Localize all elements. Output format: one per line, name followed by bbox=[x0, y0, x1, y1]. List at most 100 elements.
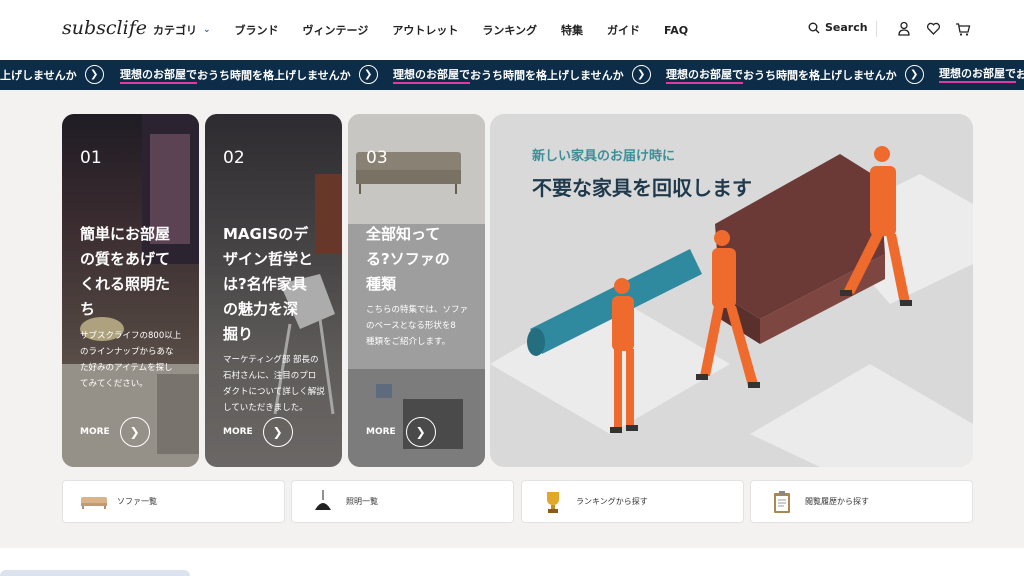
cart-icon[interactable] bbox=[955, 21, 971, 37]
category-label: 照明一覧 bbox=[346, 497, 378, 506]
arrow-right-icon: ❯ bbox=[358, 65, 378, 84]
marquee-item[interactable]: 理想のお部屋で おうち時間を格上げしませんか ❯ bbox=[120, 65, 378, 84]
sofa-icon bbox=[79, 495, 109, 509]
arrow-right-icon: ❯ bbox=[405, 417, 436, 447]
hero-banner-furniture-pickup[interactable]: 新しい家具のお届け時に 不要な家具を回収します bbox=[490, 114, 973, 467]
card-desc-line: ダクトについて詳しく解説 bbox=[223, 387, 325, 397]
marquee-highlight: 理想のお部屋で bbox=[120, 66, 197, 84]
search-label: Search bbox=[825, 21, 868, 34]
category-link-ranking[interactable]: ランキングから探す bbox=[521, 480, 744, 523]
marquee-text: おうち時間を格上げしませんか bbox=[470, 68, 624, 82]
card-title-line: 種類 bbox=[366, 275, 397, 293]
nav-item-brand[interactable]: ブランド bbox=[235, 22, 279, 38]
heart-icon[interactable] bbox=[926, 21, 941, 37]
card-desc-line: していただきました。 bbox=[223, 403, 308, 413]
arrow-right-icon: ❯ bbox=[119, 417, 150, 447]
hero-subtitle: 新しい家具のお届け時に bbox=[532, 149, 676, 164]
marquee-text: おうち時間を格上げしませんか bbox=[197, 68, 351, 82]
marquee-text: おうち時間を格上げしませんか bbox=[743, 68, 897, 82]
nav-item-outlet[interactable]: アウトレット bbox=[392, 22, 458, 38]
announcement-marquee: 上げしませんか ❯ 理想のお部屋で おうち時間を格上げしませんか ❯ 理想のお部… bbox=[0, 60, 1024, 90]
category-link-sofa[interactable]: ソファ一覧 bbox=[62, 480, 285, 523]
search-icon bbox=[808, 22, 820, 33]
nav-item-label: カテゴリ bbox=[153, 24, 197, 37]
feature-card-lighting[interactable]: 01 簡単にお部屋 の質をあげて くれる照明た ち サブスクライフの800以上 … bbox=[62, 114, 199, 467]
chevron-down-icon: ⌄ bbox=[203, 25, 211, 35]
card-title-line: 掘り bbox=[223, 325, 254, 343]
category-label: ソファ一覧 bbox=[117, 497, 157, 506]
arrow-right-icon: ❯ bbox=[904, 65, 924, 84]
marquee-text: 上げしませんか bbox=[0, 68, 77, 82]
card-title: 簡単にお部屋 の質をあげて くれる照明た ち bbox=[80, 222, 170, 322]
nav-item-faq[interactable]: FAQ bbox=[664, 22, 688, 38]
card-title-line: くれる照明た bbox=[80, 275, 171, 293]
arrow-right-icon: ❯ bbox=[84, 65, 104, 84]
card-title-line: る?ソファの bbox=[366, 250, 450, 268]
lamp-icon bbox=[308, 489, 338, 514]
category-label: ランキングから探す bbox=[576, 497, 648, 506]
more-link[interactable]: MORE ❯ bbox=[223, 417, 293, 447]
card-number: 02 bbox=[223, 148, 245, 168]
nav-item-guide[interactable]: ガイド bbox=[607, 22, 640, 38]
hero-title: 不要な家具を回収します bbox=[532, 176, 752, 200]
header-divider bbox=[876, 21, 877, 37]
more-link[interactable]: MORE ❯ bbox=[366, 417, 436, 447]
card-desc-line: た好みのアイテムを探し bbox=[80, 363, 173, 373]
card-desc-line: 種類をご紹介します。 bbox=[366, 337, 451, 347]
card-number: 03 bbox=[366, 148, 388, 168]
more-label: MORE bbox=[223, 427, 253, 437]
card-desc-line: サブスクライフの800以上 bbox=[80, 331, 182, 341]
card-desc-line: 石村さんに、注目のプロ bbox=[223, 371, 317, 381]
more-link[interactable]: MORE ❯ bbox=[80, 417, 150, 447]
arrow-right-icon: ❯ bbox=[631, 65, 651, 84]
card-desc-line: こちらの特集では、ソファ bbox=[366, 305, 469, 315]
card-description: こちらの特集では、ソファ のベースとなる形状を8 種類をご紹介します。 bbox=[366, 302, 468, 350]
more-label: MORE bbox=[366, 427, 396, 437]
hero-illustration-movers bbox=[490, 146, 973, 467]
nav-item-category[interactable]: カテゴリ ⌄ bbox=[153, 22, 211, 38]
card-title-line: は?名作家具 bbox=[223, 275, 307, 293]
nav-item-vintage[interactable]: ヴィンテージ bbox=[303, 22, 369, 38]
card-title: MAGISのデ ザイン哲学と は?名作家具 の魅力を深 掘り bbox=[223, 222, 313, 347]
marquee-item[interactable]: 理想のお部屋で おうち時間を格上げしませんか bbox=[939, 65, 1024, 83]
category-link-lighting[interactable]: 照明一覧 bbox=[291, 480, 514, 523]
feature-card-sofa[interactable]: 03 全部知って る?ソファの 種類 こちらの特集では、ソファ のベースとなる形… bbox=[348, 114, 485, 467]
site-logo[interactable]: subsclife bbox=[62, 17, 147, 39]
card-title-line: 全部知って bbox=[366, 225, 441, 243]
card-desc-line: マーケティング部 部長の bbox=[223, 355, 319, 365]
arrow-right-icon: ❯ bbox=[262, 417, 293, 447]
card-title-line: ち bbox=[80, 300, 96, 318]
card-title-line: の質をあげて bbox=[80, 250, 171, 268]
marquee-text: おうち時間を格上げしませんか bbox=[1016, 68, 1024, 81]
marquee-item[interactable]: 上げしませんか ❯ bbox=[0, 65, 104, 84]
marquee-highlight: 理想のお部屋で bbox=[939, 65, 1016, 83]
more-label: MORE bbox=[80, 427, 110, 437]
nav-item-ranking[interactable]: ランキング bbox=[482, 22, 537, 38]
feature-card-magis[interactable]: 02 MAGISのデ ザイン哲学と は?名作家具 の魅力を深 掘り マーケティン… bbox=[205, 114, 342, 467]
marquee-highlight: 理想のお部屋で bbox=[393, 66, 470, 84]
main-nav: カテゴリ ⌄ ブランド ヴィンテージ アウトレット ランキング 特集 ガイド F… bbox=[153, 22, 712, 38]
marquee-item[interactable]: 理想のお部屋で おうち時間を格上げしませんか ❯ bbox=[393, 65, 651, 84]
card-desc-line: てみてください。 bbox=[80, 379, 148, 389]
user-icon[interactable] bbox=[897, 21, 911, 37]
search-button[interactable]: Search bbox=[808, 21, 868, 34]
trophy-icon bbox=[538, 490, 568, 514]
bottom-bar bbox=[0, 570, 190, 576]
marquee-item[interactable]: 理想のお部屋で おうち時間を格上げしませんか ❯ bbox=[666, 65, 924, 84]
card-desc-line: のラインナップからあな bbox=[80, 347, 174, 357]
card-desc-line: のベースとなる形状を8 bbox=[366, 321, 456, 331]
site-header: subsclife カテゴリ ⌄ ブランド ヴィンテージ アウトレット ランキン… bbox=[0, 0, 1024, 60]
card-description: マーケティング部 部長の 石村さんに、注目のプロ ダクトについて詳しく解説 して… bbox=[223, 352, 325, 416]
card-title-line: ザイン哲学と bbox=[223, 250, 314, 268]
card-title-line: 簡単にお部屋 bbox=[80, 225, 171, 243]
card-title-line: MAGISのデ bbox=[223, 225, 309, 243]
card-number: 01 bbox=[80, 148, 102, 168]
category-label: 閲覧履歴から探す bbox=[805, 497, 869, 506]
category-link-history[interactable]: 閲覧履歴から探す bbox=[750, 480, 973, 523]
card-title: 全部知って る?ソファの 種類 bbox=[366, 222, 450, 297]
card-title-line: の魅力を深 bbox=[223, 300, 299, 318]
clipboard-icon bbox=[767, 490, 797, 514]
marquee-highlight: 理想のお部屋で bbox=[666, 66, 743, 84]
nav-item-feature[interactable]: 特集 bbox=[561, 22, 583, 38]
card-description: サブスクライフの800以上 のラインナップからあな た好みのアイテムを探し てみ… bbox=[80, 328, 181, 392]
